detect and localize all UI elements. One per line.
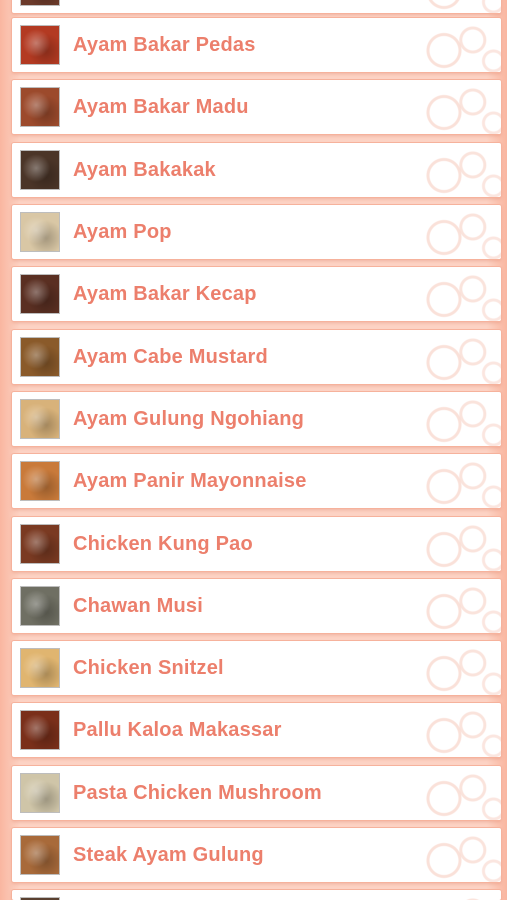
recipe-thumbnail (20, 212, 60, 252)
recipe-title: Chawan Musi (73, 595, 203, 617)
list-item[interactable]: Ayam Cabe Mustard (12, 330, 501, 384)
list-item[interactable]: Ayam Panir Mayonnaise (12, 454, 501, 508)
recipe-list[interactable]: Ayam Bakar Pedas Ayam Bakar Madu Ayam Ba… (0, 0, 507, 900)
list-item[interactable] (12, 890, 501, 900)
recipe-title: Ayam Bakar Pedas (73, 34, 256, 56)
recipe-thumbnail (20, 710, 60, 750)
recipe-title: Ayam Bakar Madu (73, 96, 249, 118)
list-item[interactable]: Ayam Bakar Kecap (12, 267, 501, 321)
recipe-thumbnail (20, 773, 60, 813)
list-item[interactable] (12, 0, 501, 13)
recipe-title: Ayam Panir Mayonnaise (73, 470, 307, 492)
recipe-thumbnail (20, 150, 60, 190)
recipe-title: Ayam Bakakak (73, 159, 216, 181)
list-item[interactable]: Steak Ayam Gulung (12, 828, 501, 882)
list-item[interactable]: Ayam Bakar Madu (12, 80, 501, 134)
recipe-title: Ayam Cabe Mustard (73, 346, 268, 368)
recipe-thumbnail (20, 274, 60, 314)
recipe-title: Pallu Kaloa Makassar (73, 719, 282, 741)
recipe-title: Ayam Bakar Kecap (73, 283, 257, 305)
recipe-title: Chicken Snitzel (73, 657, 224, 679)
recipe-title: Ayam Pop (73, 221, 172, 243)
list-item[interactable]: Ayam Pop (12, 205, 501, 259)
list-item[interactable]: Ayam Gulung Ngohiang (12, 392, 501, 446)
list-item[interactable]: Ayam Bakakak (12, 143, 501, 197)
recipe-thumbnail (20, 25, 60, 65)
recipe-thumbnail (20, 461, 60, 501)
list-item[interactable]: Chicken Kung Pao (12, 517, 501, 571)
recipe-title: Chicken Kung Pao (73, 533, 253, 555)
list-item[interactable]: Pallu Kaloa Makassar (12, 703, 501, 757)
recipe-thumbnail (20, 586, 60, 626)
list-item[interactable]: Chawan Musi (12, 579, 501, 633)
list-item[interactable]: Ayam Bakar Pedas (12, 18, 501, 72)
recipe-thumbnail (20, 399, 60, 439)
recipe-title: Ayam Gulung Ngohiang (73, 408, 305, 430)
recipe-thumbnail (20, 648, 60, 688)
list-item[interactable]: Pasta Chicken Mushroom (12, 766, 501, 820)
recipe-title: Steak Ayam Gulung (73, 844, 264, 866)
recipe-thumbnail (20, 835, 60, 875)
recipe-title: Pasta Chicken Mushroom (73, 782, 322, 804)
list-item[interactable]: Chicken Snitzel (12, 641, 501, 695)
recipe-thumbnail (20, 0, 60, 6)
recipe-thumbnail (20, 87, 60, 127)
recipe-thumbnail (20, 524, 60, 564)
recipe-thumbnail (20, 337, 60, 377)
